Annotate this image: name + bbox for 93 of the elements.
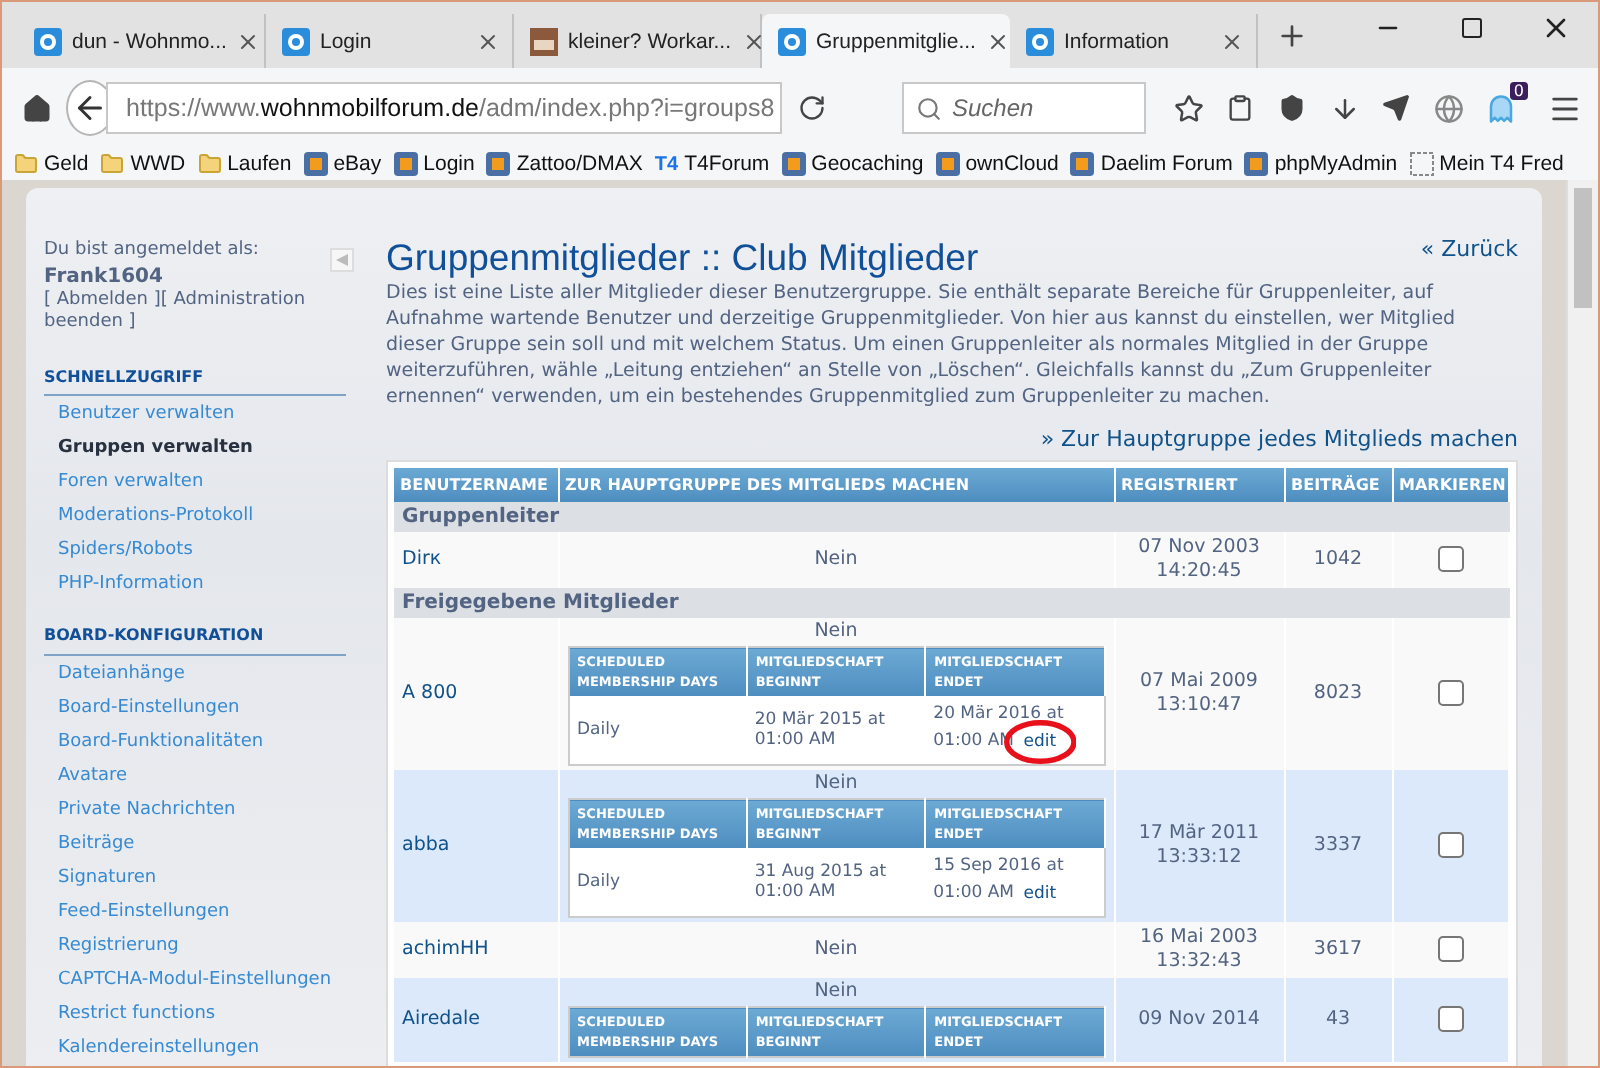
globe-logo-icon — [282, 27, 310, 55]
username-link[interactable]: Airedale — [394, 978, 558, 1062]
close-icon[interactable] — [236, 29, 261, 53]
mark-checkbox[interactable] — [1437, 832, 1464, 859]
globe-icon[interactable] — [1433, 93, 1463, 123]
default-group-value: Nein — [812, 938, 860, 962]
globe-logo-icon — [1026, 27, 1054, 55]
ghost-icon[interactable] — [1485, 93, 1515, 123]
logo-text: T4 — [654, 153, 679, 175]
maximize-icon[interactable] — [1460, 16, 1484, 40]
star-icon[interactable] — [1173, 93, 1203, 123]
folder-icon — [14, 152, 38, 176]
bookmark-item[interactable]: phpMyAdmin — [1244, 152, 1398, 176]
default-group-value: Nein — [812, 980, 860, 1004]
scrollbar[interactable] — [1566, 180, 1598, 1066]
globe-logo-icon — [34, 27, 62, 55]
mark-checkbox[interactable] — [1437, 546, 1464, 573]
mark-checkbox[interactable] — [1437, 936, 1464, 963]
registered-cell: 09 Nov 2014 — [1114, 978, 1284, 1062]
action-link[interactable]: » Zur Hauptgruppe jedes Mitglieds machen — [1040, 426, 1518, 452]
column-header: REGISTRIERT — [1114, 468, 1284, 502]
session-links[interactable]: [ Abmelden ][ Administration beenden ] — [44, 289, 314, 337]
close-icon[interactable] — [741, 29, 766, 53]
home-icon[interactable] — [21, 93, 51, 123]
search-bar[interactable]: Suchen — [902, 82, 1146, 134]
bookmark-item[interactable]: Zattoo/DMAX — [486, 152, 643, 176]
browser-tab[interactable]: Information — [1010, 14, 1258, 68]
bookmark-item[interactable]: Daelim Forum — [1070, 152, 1233, 176]
schedule-value: 20 Mär 2015 at 01:00 AM — [746, 696, 926, 765]
schedule-value: Daily — [568, 848, 747, 917]
site-favicon-icon — [781, 152, 806, 176]
bookmark-item[interactable]: Mein T4 Fred — [1409, 152, 1564, 176]
count-badge: 0 — [1509, 82, 1528, 100]
column-header: MARKIEREN — [1392, 468, 1509, 502]
username-text: Frank1604 — [44, 263, 165, 290]
group-heading: Gruppenleiter — [394, 502, 1509, 532]
new-tab-icon[interactable] — [1276, 19, 1308, 51]
bookmark-item[interactable]: T4 T4Forum — [654, 152, 770, 176]
search-icon — [916, 95, 942, 121]
photo-favicon-icon — [530, 27, 558, 55]
column-header: ZUR HAUPTGRUPPE DES MITGLIEDS MACHEN — [558, 468, 1114, 502]
column-header: BEITRÄGE — [1284, 468, 1392, 502]
folder-icon — [197, 152, 222, 176]
bookmark-item[interactable]: WWD — [100, 152, 186, 176]
column-header: BENUTZERNAME — [394, 468, 558, 502]
bookmark-item[interactable]: Login — [393, 152, 475, 176]
default-group-value: Nein — [812, 620, 860, 644]
mark-checkbox[interactable] — [1437, 1006, 1464, 1033]
shield-icon[interactable] — [1278, 94, 1306, 122]
bookmark-item[interactable]: ownCloud — [935, 152, 1059, 176]
schedule-value: 15 Sep 2016 at 01:00 AM edit — [925, 848, 1104, 917]
section-heading: BOARD-KONFIGURATION — [44, 626, 346, 656]
group-heading: Freigegebene Mitglieder — [394, 588, 1509, 618]
globe-logo-icon — [778, 27, 806, 55]
browser-tab[interactable]: Login — [266, 14, 514, 68]
page-icon — [1409, 152, 1434, 176]
browser-tab[interactable]: kleiner? Workar... — [514, 14, 762, 68]
browser-tab[interactable]: Gruppenmitglie... — [762, 14, 1010, 68]
triangle-icon — [336, 254, 348, 266]
section-heading: SCHNELLZUGRIFF — [44, 368, 346, 397]
clipboard-icon[interactable] — [1226, 94, 1254, 122]
folder-icon — [100, 152, 125, 176]
url-text: https://www.wohnmobilforum.de/adm/index.php?i=groups8 — [126, 94, 775, 122]
download-icon[interactable] — [1329, 93, 1359, 123]
page-description: Dies ist eine Liste aller Mitglieder dieser Benutzergruppe. Sie enthält separate Bereiche für Gruppenleiter, auf Aufnahme wartende Benutzer und derzeitige Gruppenmitglieder. Von hier aus kannst du einstellen, wer Mitglied dieser Gruppe sein soll und mit welchem Status. Um einen Gruppenleiter als normales Mitglied in der Gruppe weiterzuführen, wähle „Leitung entziehen“ an Stelle von „Löschen“. Gleichfalls kannst du „Zum Gruppenleiter ernennen“ verwenden, um ein bestehendes Gruppenmitglied zum Gruppenleiter zu machen. — [386, 280, 1458, 410]
bookmark-item[interactable]: Geld — [14, 152, 89, 176]
reload-icon[interactable] — [798, 94, 826, 122]
posts-cell: 43 — [1284, 978, 1392, 1062]
site-favicon-icon — [393, 152, 418, 176]
close-icon[interactable] — [1220, 29, 1244, 53]
back-link[interactable]: « Zurück — [1420, 236, 1518, 262]
mark-checkbox[interactable] — [1437, 680, 1464, 707]
close-icon[interactable] — [476, 29, 500, 53]
site-favicon-icon — [935, 152, 960, 176]
send-icon[interactable] — [1382, 94, 1410, 122]
site-favicon-icon — [303, 152, 328, 176]
login-label: Du bist angemeldet als: — [44, 240, 261, 264]
site-favicon-icon — [1244, 152, 1269, 176]
bookmark-item[interactable]: eBay — [303, 152, 382, 176]
address-bar[interactable]: https://www.wohnmobilforum.de/adm/index.php?i=groups8 — [106, 82, 782, 134]
schedule-value: 31 Aug 2015 at 01:00 AM — [746, 848, 926, 917]
default-group-value: Nein — [812, 548, 860, 572]
bookmark-item[interactable]: Geocaching — [781, 152, 924, 176]
site-favicon-icon — [1070, 152, 1095, 176]
browser-tab[interactable]: dun - Wohnmo... — [18, 14, 266, 68]
site-favicon-icon — [486, 152, 511, 176]
sidebar-link[interactable]: Gruppen verwalten — [44, 432, 346, 467]
edit-link[interactable]: edit — [1023, 884, 1057, 904]
close-icon[interactable] — [985, 29, 1010, 53]
page-title: Gruppenmitglieder :: Club Mitglieder — [386, 236, 979, 280]
default-group-value: Nein — [812, 772, 860, 796]
schedule-value: Daily — [568, 696, 747, 765]
bookmark-item[interactable]: Laufen — [197, 152, 292, 176]
